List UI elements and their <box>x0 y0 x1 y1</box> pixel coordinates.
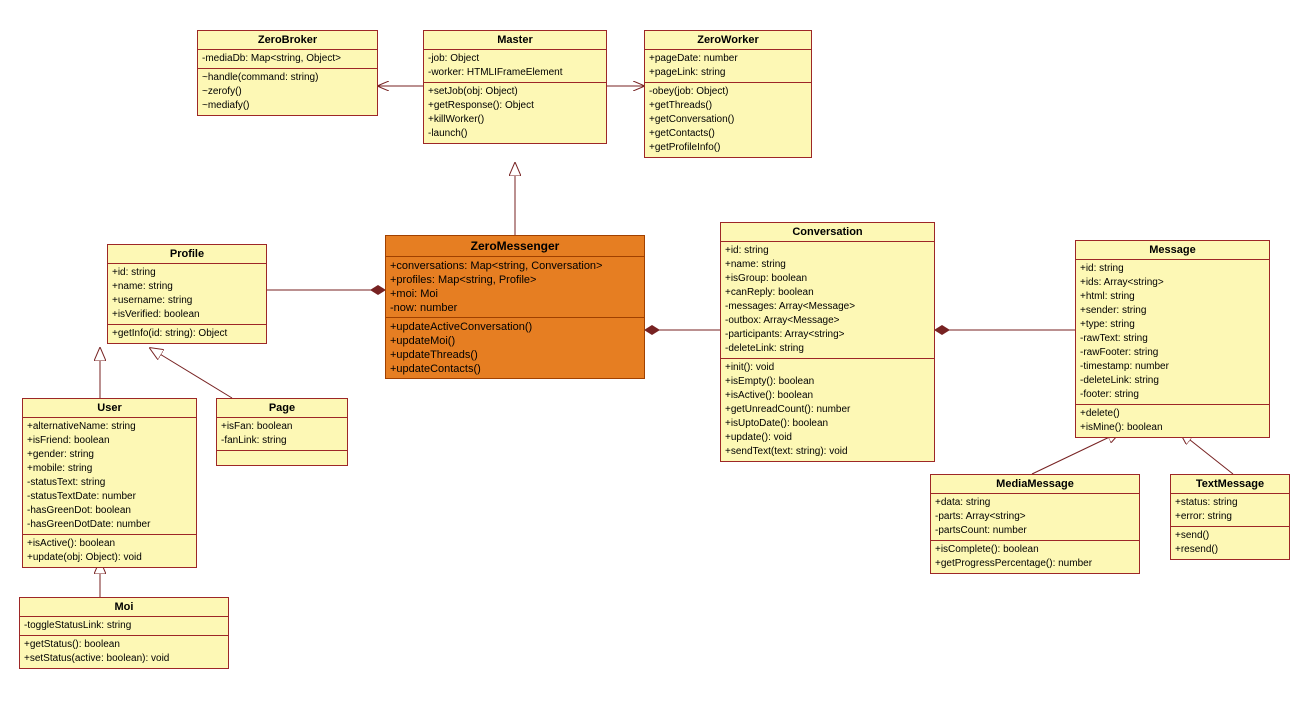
class-User: User +alternativeName: string +isFriend:… <box>22 398 197 568</box>
class-ZeroMessenger: ZeroMessenger +conversations: Map<string… <box>385 235 645 379</box>
class-methods: +getInfo(id: string): Object <box>108 325 266 343</box>
class-ZeroWorker: ZeroWorker +pageDate: number +pageLink: … <box>644 30 812 158</box>
class-attrs: +status: string +error: string <box>1171 494 1289 527</box>
class-Conversation: Conversation +id: string +name: string +… <box>720 222 935 462</box>
class-methods: ~handle(command: string) ~zerofy() ~medi… <box>198 69 377 115</box>
class-title: User <box>23 399 196 418</box>
class-attrs: +id: string +ids: Array<string> +html: s… <box>1076 260 1269 405</box>
class-ZeroBroker: ZeroBroker -mediaDb: Map<string, Object>… <box>197 30 378 116</box>
class-methods: +init(): void +isEmpty(): boolean +isAct… <box>721 359 934 461</box>
class-Profile: Profile +id: string +name: string +usern… <box>107 244 267 344</box>
class-Moi: Moi -toggleStatusLink: string +getStatus… <box>19 597 229 669</box>
class-title: ZeroMessenger <box>386 236 644 257</box>
class-attrs: +conversations: Map<string, Conversation… <box>386 257 644 318</box>
class-title: ZeroWorker <box>645 31 811 50</box>
class-Message: Message +id: string +ids: Array<string> … <box>1075 240 1270 438</box>
class-methods: +setJob(obj: Object) +getResponse(): Obj… <box>424 83 606 143</box>
class-methods <box>217 451 347 465</box>
class-MediaMessage: MediaMessage +data: string -parts: Array… <box>930 474 1140 574</box>
class-attrs: +alternativeName: string +isFriend: bool… <box>23 418 196 535</box>
class-methods: +updateActiveConversation() +updateMoi()… <box>386 318 644 378</box>
class-methods: +isActive(): boolean +update(obj: Object… <box>23 535 196 567</box>
class-title: Message <box>1076 241 1269 260</box>
class-title: MediaMessage <box>931 475 1139 494</box>
class-attrs: -toggleStatusLink: string <box>20 617 228 636</box>
class-title: TextMessage <box>1171 475 1289 494</box>
class-title: Conversation <box>721 223 934 242</box>
class-title: Moi <box>20 598 228 617</box>
class-attrs: +data: string -parts: Array<string> -par… <box>931 494 1139 541</box>
class-title: Master <box>424 31 606 50</box>
class-methods: +getStatus(): boolean +setStatus(active:… <box>20 636 228 668</box>
class-title: Profile <box>108 245 266 264</box>
class-title: Page <box>217 399 347 418</box>
class-title: ZeroBroker <box>198 31 377 50</box>
class-attrs: +id: string +name: string +isGroup: bool… <box>721 242 934 359</box>
class-attrs: +id: string +name: string +username: str… <box>108 264 266 325</box>
class-Master: Master -job: Object -worker: HTMLIFrameE… <box>423 30 607 144</box>
class-attrs: -mediaDb: Map<string, Object> <box>198 50 377 69</box>
class-attrs: +isFan: boolean -fanLink: string <box>217 418 347 451</box>
class-Page: Page +isFan: boolean -fanLink: string <box>216 398 348 466</box>
class-attrs: -job: Object -worker: HTMLIFrameElement <box>424 50 606 83</box>
class-methods: +send() +resend() <box>1171 527 1289 559</box>
class-methods: +delete() +isMine(): boolean <box>1076 405 1269 437</box>
class-TextMessage: TextMessage +status: string +error: stri… <box>1170 474 1290 560</box>
class-methods: -obey(job: Object) +getThreads() +getCon… <box>645 83 811 157</box>
class-methods: +isComplete(): boolean +getProgressPerce… <box>931 541 1139 573</box>
class-attrs: +pageDate: number +pageLink: string <box>645 50 811 83</box>
